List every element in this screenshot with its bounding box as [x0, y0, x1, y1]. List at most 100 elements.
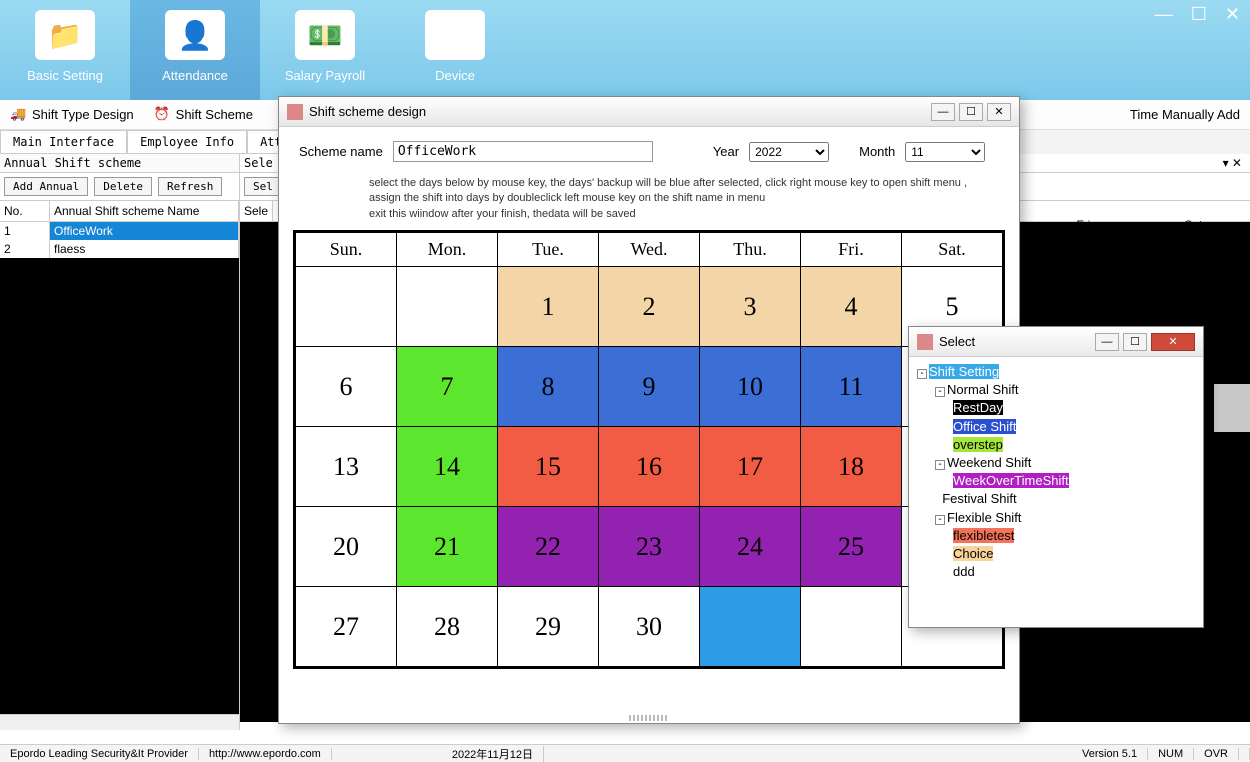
dialog-maximize-icon[interactable]: ☐ [1123, 333, 1147, 351]
calendar-day-cell[interactable] [397, 267, 498, 347]
shift-scheme-button[interactable]: ⏰ Shift Scheme [154, 106, 253, 124]
calendar-day-header: Tue. [498, 233, 599, 267]
dialog-maximize-icon[interactable]: ☐ [959, 103, 983, 121]
calendar-day-cell[interactable]: 16 [599, 427, 700, 507]
tree-node-normal[interactable]: -Normal Shift [935, 381, 1195, 399]
resize-handle[interactable] [629, 715, 669, 721]
dialog-titlebar[interactable]: Shift scheme design — ☐ ✕ [279, 97, 1019, 127]
status-ovr: OVR [1194, 748, 1239, 760]
calendar-day-cell[interactable]: 25 [801, 507, 902, 587]
calendar-day-cell[interactable]: 22 [498, 507, 599, 587]
calendar-day-cell[interactable]: 11 [801, 347, 902, 427]
dialog-minimize-icon[interactable]: — [1095, 333, 1119, 351]
calendar-day-cell[interactable]: 17 [700, 427, 801, 507]
app-icon [917, 334, 933, 350]
dialog-close-icon[interactable]: ✕ [1151, 333, 1195, 351]
window-controls: — ☐ ✕ [1155, 4, 1240, 25]
calendar-day-header: Sat. [902, 233, 1003, 267]
calendar-day-cell[interactable]: 28 [397, 587, 498, 667]
calendar-day-cell[interactable]: 8 [498, 347, 599, 427]
close-icon[interactable]: ✕ [1225, 4, 1240, 25]
pane-close-icon[interactable]: ▾ ✕ [1223, 156, 1242, 170]
calendar-day-cell[interactable]: 30 [599, 587, 700, 667]
year-label: Year [713, 144, 739, 159]
delete-button[interactable]: Delete [94, 177, 152, 196]
calendar-day-cell[interactable] [801, 587, 902, 667]
shift-tree: -Shift Setting -Normal Shift RestDay Off… [909, 357, 1203, 587]
table-row[interactable]: 1 OfficeWork [0, 222, 239, 240]
calendar-day-cell[interactable]: 15 [498, 427, 599, 507]
ribbon-label: Device [390, 68, 520, 83]
folder-icon: 📁 [35, 10, 95, 60]
calendar-day-cell[interactable]: 2 [599, 267, 700, 347]
calendar-day-cell[interactable]: 20 [296, 507, 397, 587]
tree-node-weekend[interactable]: -Weekend Shift [935, 454, 1195, 472]
tree-leaf-weekover[interactable]: WeekOverTimeShift [953, 472, 1195, 490]
truck-icon: 🚚 [10, 106, 28, 124]
ribbon: 📁 Basic Setting 👤 Attendance 💵 Salary Pa… [0, 0, 1250, 100]
calendar-day-cell[interactable] [700, 587, 801, 667]
calendar-day-cell[interactable]: 4 [801, 267, 902, 347]
calendar-day-cell[interactable]: 9 [599, 347, 700, 427]
calendar-day-cell[interactable]: 24 [700, 507, 801, 587]
calendar-day-cell[interactable] [296, 267, 397, 347]
calendar-day-cell[interactable]: 18 [801, 427, 902, 507]
ribbon-salary[interactable]: 💵 Salary Payroll [260, 0, 390, 100]
ribbon-label: Salary Payroll [260, 68, 390, 83]
tree-leaf-ddd[interactable]: ddd [953, 563, 1195, 581]
dialog-titlebar[interactable]: Select — ☐ ✕ [909, 327, 1203, 357]
ribbon-attendance[interactable]: 👤 Attendance [130, 0, 260, 100]
calendar-day-cell[interactable]: 6 [296, 347, 397, 427]
status-url: http://www.epordo.com [199, 748, 332, 760]
status-date: 2022年11月12日 [442, 746, 544, 762]
tree-leaf-overstep[interactable]: overstep [953, 436, 1195, 454]
ribbon-basic-setting[interactable]: 📁 Basic Setting [0, 0, 130, 100]
tree-leaf-restday[interactable]: RestDay [953, 399, 1195, 417]
scheme-name-input[interactable] [393, 141, 653, 162]
calendar-day-cell[interactable]: 14 [397, 427, 498, 507]
calendar-day-cell[interactable]: 27 [296, 587, 397, 667]
bg-day-numbers: 45 [1030, 260, 1250, 276]
calendar-day-cell[interactable]: 10 [700, 347, 801, 427]
month-select[interactable]: 11 [905, 142, 985, 162]
calendar-day-header: Fri. [801, 233, 902, 267]
scrollbar[interactable] [0, 714, 239, 730]
table-row[interactable]: 2 flaess [0, 240, 239, 258]
calendar-day-cell[interactable]: 3 [700, 267, 801, 347]
tab-employee-info[interactable]: Employee Info [127, 130, 247, 154]
scheme-name-label: Scheme name [299, 144, 383, 159]
tree-leaf-flextest[interactable]: flexibletest [953, 527, 1195, 545]
calendar-day-header: Sun. [296, 233, 397, 267]
dialog-minimize-icon[interactable]: — [931, 103, 955, 121]
tree-node-festival[interactable]: Festival Shift [935, 490, 1195, 508]
calendar-day-cell[interactable]: 1 [498, 267, 599, 347]
left-pane-title: Annual Shift scheme [0, 154, 239, 173]
tab-main-interface[interactable]: Main Interface [0, 130, 127, 154]
month-label: Month [859, 144, 895, 159]
shift-type-design-button[interactable]: 🚚 Shift Type Design [10, 106, 134, 124]
calendar-day-cell[interactable]: 7 [397, 347, 498, 427]
tree-node-flexible[interactable]: -Flexible Shift [935, 509, 1195, 527]
tree-leaf-office[interactable]: Office Shift [953, 418, 1195, 436]
app-icon [287, 104, 303, 120]
status-version: Version 5.1 [1072, 748, 1148, 760]
help-text: select the days below by mouse key, the … [279, 176, 1019, 230]
calendar-day-cell[interactable]: 21 [397, 507, 498, 587]
minimize-icon[interactable]: — [1155, 4, 1173, 25]
dialog-close-icon[interactable]: ✕ [987, 103, 1011, 121]
tree-node-root[interactable]: -Shift Setting [917, 363, 1195, 381]
status-bar: Epordo Leading Security&It Provider http… [0, 744, 1250, 762]
ribbon-label: Basic Setting [0, 68, 130, 83]
refresh-button[interactable]: Refresh [158, 177, 222, 196]
select-button[interactable]: Sel [244, 177, 282, 196]
calendar-day-header: Wed. [599, 233, 700, 267]
maximize-icon[interactable]: ☐ [1191, 4, 1207, 25]
time-manually-add-button[interactable]: Time Manually Add [1130, 107, 1240, 122]
add-annual-button[interactable]: Add Annual [4, 177, 88, 196]
calendar-day-cell[interactable]: 23 [599, 507, 700, 587]
tree-leaf-choice[interactable]: Choice [953, 545, 1195, 563]
calendar-day-cell[interactable]: 13 [296, 427, 397, 507]
calendar-day-cell[interactable]: 29 [498, 587, 599, 667]
ribbon-device[interactable]: ⚙ Device [390, 0, 520, 100]
year-select[interactable]: 2022 [749, 142, 829, 162]
